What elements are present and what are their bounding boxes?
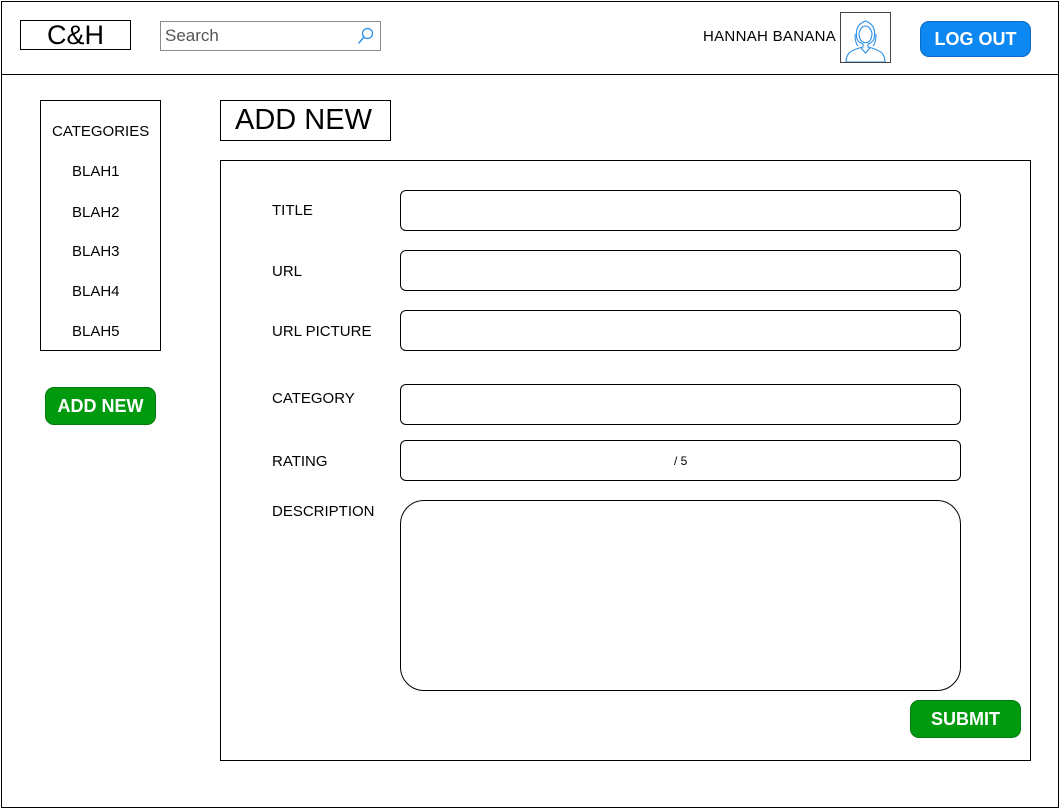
- title-label: TITLE: [272, 202, 313, 219]
- search-box[interactable]: [160, 21, 381, 51]
- submit-button[interactable]: SUBMIT: [910, 700, 1021, 738]
- url-field[interactable]: [400, 250, 961, 291]
- page-title: ADD NEW: [220, 100, 391, 141]
- logout-button[interactable]: LOG OUT: [920, 21, 1031, 57]
- category-field[interactable]: [400, 384, 961, 425]
- search-icon[interactable]: [356, 26, 376, 46]
- user-name: HANNAH BANANA: [703, 28, 837, 45]
- sidebar-item-blah2[interactable]: BLAH2: [72, 204, 120, 221]
- rating-scale-label: / 5: [674, 454, 688, 468]
- rating-label: RATING: [272, 453, 328, 470]
- url-picture-field[interactable]: [400, 310, 961, 351]
- sidebar-item-blah3[interactable]: BLAH3: [72, 243, 120, 260]
- category-label: CATEGORY: [272, 390, 355, 407]
- categories-title: CATEGORIES: [52, 123, 150, 140]
- sidebar-item-blah4[interactable]: BLAH4: [72, 283, 120, 300]
- rating-field[interactable]: / 5: [400, 440, 961, 481]
- logo[interactable]: C&H: [20, 20, 131, 50]
- description-field[interactable]: [400, 500, 961, 691]
- url-label: URL: [272, 263, 303, 280]
- title-field[interactable]: [400, 190, 961, 231]
- description-label: DESCRIPTION: [272, 503, 375, 520]
- search-input[interactable]: [165, 26, 350, 46]
- sidebar-item-blah5[interactable]: BLAH5: [72, 323, 120, 340]
- categories-panel: CATEGORIES BLAH1 BLAH2 BLAH3 BLAH4 BLAH5: [40, 100, 161, 351]
- user-avatar-icon[interactable]: [840, 12, 891, 63]
- header-divider: [1, 74, 1059, 75]
- add-new-button[interactable]: ADD NEW: [45, 387, 156, 425]
- sidebar-item-blah1[interactable]: BLAH1: [72, 163, 120, 180]
- url-picture-label: URL PICTURE: [272, 323, 372, 340]
